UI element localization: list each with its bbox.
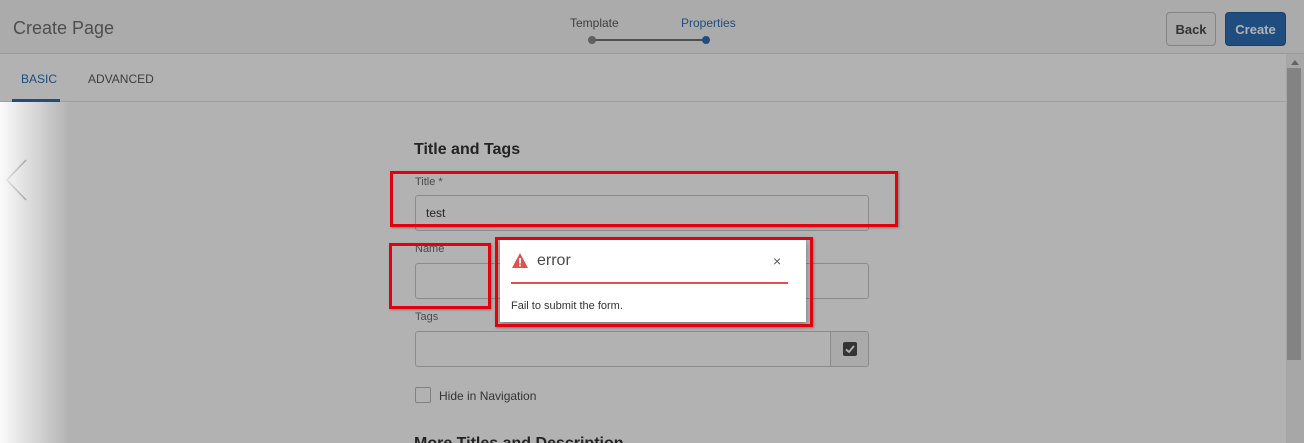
modal-backdrop xyxy=(0,0,1304,443)
close-icon[interactable]: × xyxy=(773,253,781,269)
side-panel-shade xyxy=(0,102,70,443)
dialog-message: Fail to submit the form. xyxy=(511,300,623,312)
alert-triangle-icon xyxy=(512,253,528,268)
dialog-divider xyxy=(511,282,788,284)
dialog-title: error xyxy=(537,252,571,269)
error-dialog: error × Fail to submit the form. xyxy=(500,240,806,322)
